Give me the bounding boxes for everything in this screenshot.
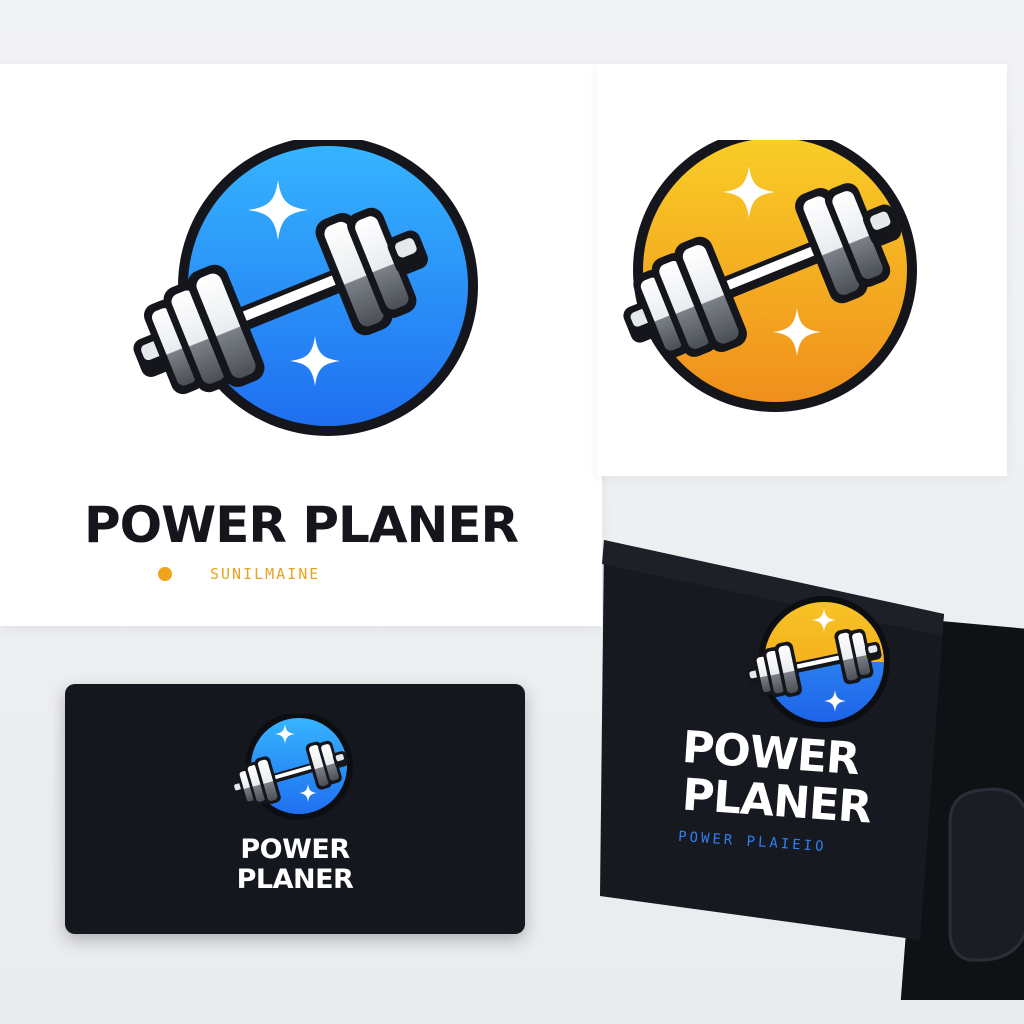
business-card: POWER PLANER (65, 684, 525, 934)
dumbbell-icon (225, 714, 365, 824)
dot-icon (158, 567, 172, 581)
business-card-title-line1: POWER (240, 834, 350, 865)
brand-wordmark: POWER PLANER (83, 496, 519, 554)
mockup-stage: POWER PLANER SUNILMAINE POWER PLANER POW… (0, 0, 1024, 1024)
tagline: SUNILMAINE (210, 565, 321, 583)
dumbbell-icon (740, 590, 900, 730)
dumbbell-icon (100, 140, 480, 460)
presentation-folder: POWER PLANER POWER PLAIEIO (600, 540, 1024, 1000)
dumbbell-icon (595, 140, 955, 420)
business-card-title-line2: PLANER (236, 864, 354, 895)
tagline-row: SUNILMAINE (158, 560, 320, 588)
